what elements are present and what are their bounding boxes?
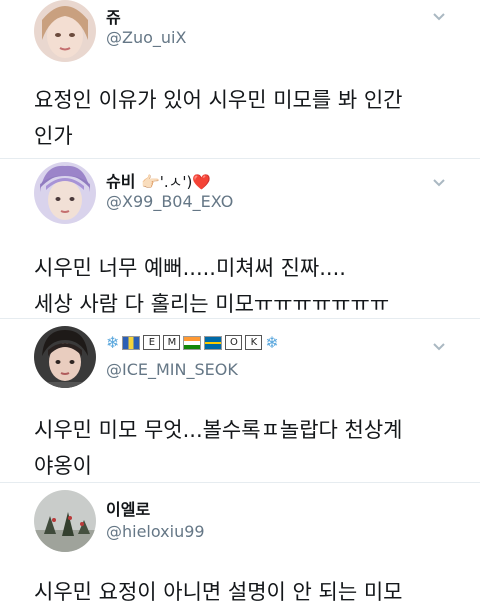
display-name-emoji: 👉🏻'.ㅅ')❤️ bbox=[141, 173, 212, 191]
tweet-text-line: 세상 사람 다 홀리는 미모ㅠㅠㅠㅠㅠㅠㅠ bbox=[34, 292, 390, 316]
letter-badge: E bbox=[143, 335, 161, 350]
display-name[interactable]: ❄ E M O K ❄ bbox=[106, 332, 279, 352]
chevron-down-icon[interactable] bbox=[432, 12, 446, 22]
username[interactable]: @X99_B04_EXO bbox=[106, 192, 233, 211]
flag-icon bbox=[183, 335, 202, 350]
display-name-text: 슈비 bbox=[106, 172, 136, 191]
snowflake-icon: ❄ bbox=[265, 333, 279, 352]
avatar[interactable] bbox=[34, 490, 96, 552]
username[interactable]: @hieloxiu99 bbox=[106, 522, 205, 541]
tweet-4[interactable]: 이엘로 @hieloxiu99 시우민 요정이 아니면 설명이 안 되는 미모 bbox=[0, 484, 480, 611]
tweet-text-line: 시우민 너무 예뻐.....미쳐써 진짜.... bbox=[34, 256, 346, 280]
avatar[interactable] bbox=[34, 0, 96, 62]
tweet-1[interactable]: 쥬 @Zuo_uiX 요정인 이유가 있어 시우민 미모를 봐 인간 인가 bbox=[0, 0, 480, 160]
flag-icon bbox=[122, 335, 141, 350]
divider bbox=[0, 318, 480, 319]
avatar[interactable] bbox=[34, 326, 96, 388]
divider bbox=[0, 482, 480, 483]
display-name[interactable]: 슈비 👉🏻'.ㅅ')❤️ bbox=[106, 168, 211, 192]
divider bbox=[0, 158, 480, 159]
letter-badge: O bbox=[225, 335, 243, 350]
tweet-text: 요정인 이유가 있어 시우민 미모를 봐 인간 인가 bbox=[34, 82, 464, 154]
chevron-down-icon[interactable] bbox=[432, 178, 446, 188]
display-name[interactable]: 쥬 bbox=[106, 4, 121, 28]
username[interactable]: @Zuo_uiX bbox=[106, 28, 186, 47]
letter-badge: M bbox=[163, 335, 181, 350]
tweet-text-line: 시우민 미모 무엇...볼수록ㅍ놀랍다 천상계 bbox=[34, 418, 403, 442]
tweet-text: 시우민 너무 예뻐.....미쳐써 진짜.... 세상 사람 다 홀리는 미모ㅠ… bbox=[34, 250, 464, 322]
snowflake-icon: ❄ bbox=[106, 333, 120, 352]
flag-icon bbox=[204, 335, 223, 350]
tweet-text-line: 요정인 이유가 있어 시우민 미모를 봐 인간 bbox=[34, 88, 403, 112]
tweet-2[interactable]: 슈비 👉🏻'.ㅅ')❤️ @X99_B04_EXO 시우민 너무 예뻐.....… bbox=[0, 160, 480, 320]
tweet-text: 시우민 미모 무엇...볼수록ㅍ놀랍다 천상계 야옹이 bbox=[34, 412, 464, 484]
letter-badge: K bbox=[245, 335, 263, 350]
tweet-3[interactable]: ❄ E M O K ❄ @ICE_MIN_SEOK 시우민 미모 무엇...볼수… bbox=[0, 320, 480, 490]
tweet-text-line: 시우민 요정이 아니면 설명이 안 되는 미모 bbox=[34, 580, 403, 604]
chevron-down-icon[interactable] bbox=[432, 342, 446, 352]
tweet-text-line: 야옹이 bbox=[34, 454, 92, 478]
tweet-text-line: 인가 bbox=[34, 124, 73, 148]
tweet-text: 시우민 요정이 아니면 설명이 안 되는 미모 bbox=[34, 574, 464, 610]
username[interactable]: @ICE_MIN_SEOK bbox=[106, 360, 238, 379]
avatar[interactable] bbox=[34, 162, 96, 224]
display-name[interactable]: 이엘로 bbox=[106, 496, 150, 520]
